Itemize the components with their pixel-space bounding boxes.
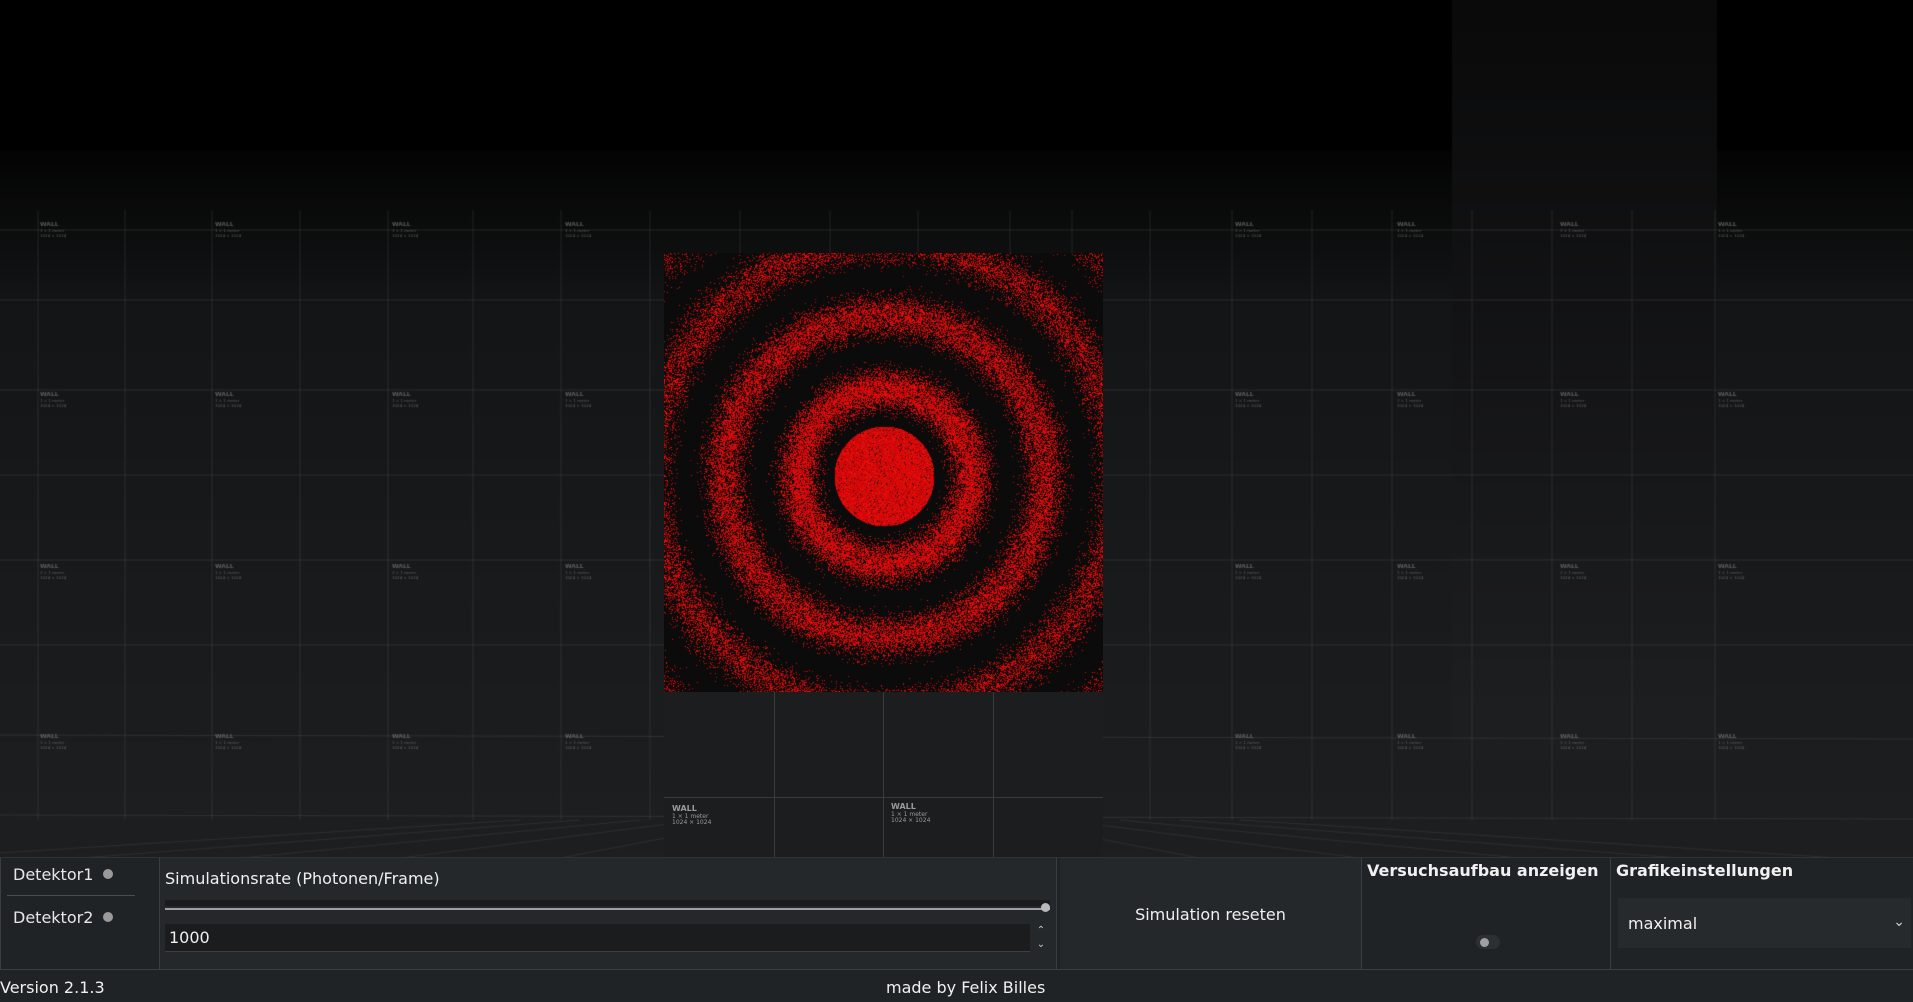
graphics-panel: Grafikeinstellungen maximal ⌄ [1612,858,1913,970]
graphics-settings-label: Grafikeinstellungen [1616,861,1794,880]
version-label: Version 2.1.3 [0,978,105,997]
wall-tag: WALL 1 × 1 meter 1024 × 1024 [672,804,712,827]
detector1-toggle[interactable] [103,869,114,879]
show-setup-label: Versuchsaufbau anzeigen [1367,861,1599,880]
simulation-rate-slider[interactable] [165,908,1050,910]
divider [7,895,135,896]
simulation-rate-label: Simulationsrate (Photonen/Frame) [165,869,440,888]
control-bar: Detektor1 Detektor2 Simulationsrate (Pho… [0,857,1913,970]
wall-tag-res: 1024 × 1024 [891,817,931,825]
graphics-quality-select[interactable]: maximal ⌄ [1618,898,1911,948]
detector2-label: Detektor2 [13,907,94,927]
chevron-down-icon: ⌄ [1893,914,1905,930]
detector2-toggle-row[interactable]: Detektor2 [13,902,114,932]
detector-screen-panel: WALL 1 × 1 meter 1024 × 1024 WALL 1 × 1 … [664,253,1103,858]
interference-pattern [664,253,1103,692]
detector-toggles: Detektor1 Detektor2 [0,858,160,970]
simulation-rate-panel: Simulationsrate (Photonen/Frame) ⌃ ⌄ [160,858,1057,970]
graphics-selected-value: maximal [1628,913,1698,933]
slider-handle[interactable] [1041,903,1050,912]
credit-label: made by Felix Billes [886,978,1046,997]
chevron-up-icon[interactable]: ⌃ [1034,924,1048,938]
simulation-rate-input[interactable] [165,924,1030,952]
number-spinner[interactable]: ⌃ ⌄ [1034,924,1048,954]
detector1-label: Detektor1 [13,864,94,884]
wall-tag: WALL 1 × 1 meter 1024 × 1024 [891,802,931,825]
slider-groove [165,900,1050,906]
show-setup-toggle[interactable] [1476,935,1500,949]
detector1-toggle-row[interactable]: Detektor1 [13,859,114,889]
reset-simulation-button[interactable]: Simulation reseten [1060,858,1361,970]
toggle-knob [1480,938,1489,947]
reset-panel: Simulation reseten [1060,858,1362,970]
wall-tag-res: 1024 × 1024 [672,819,712,827]
detector-stand: WALL 1 × 1 meter 1024 × 1024 WALL 1 × 1 … [664,692,1103,858]
chevron-down-icon[interactable]: ⌄ [1034,938,1048,952]
setup-panel: Versuchsaufbau anzeigen [1364,858,1611,970]
detector2-toggle[interactable] [103,912,114,922]
footer: Version 2.1.3 made by Felix Billes [0,969,1913,1002]
